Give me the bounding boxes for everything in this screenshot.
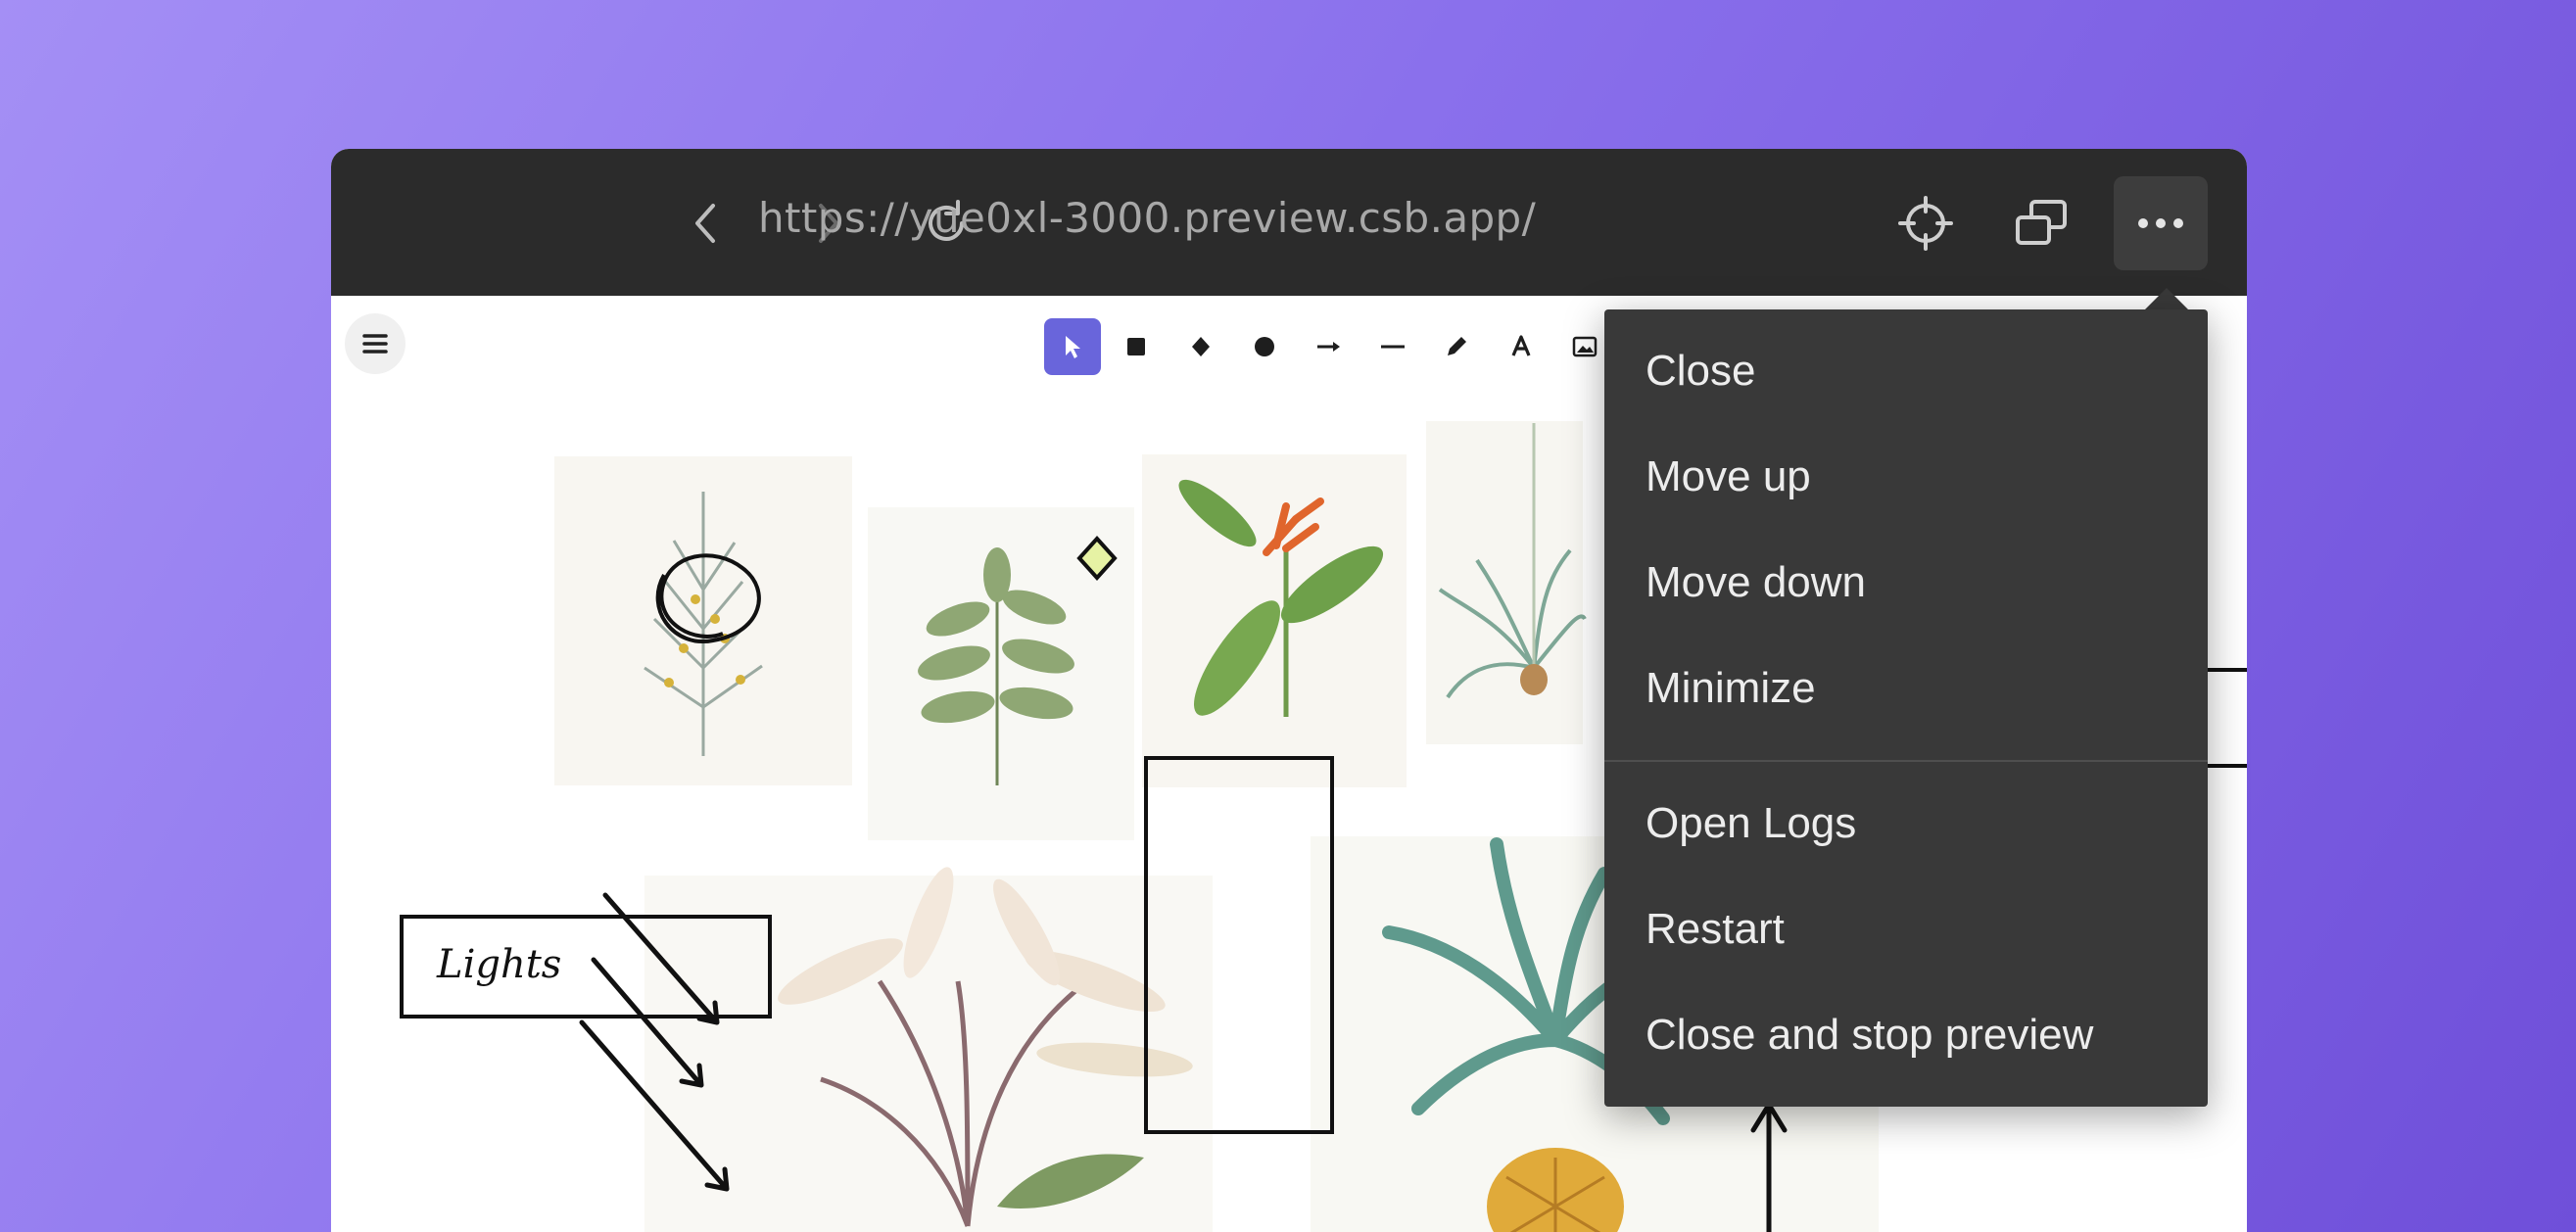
menu-divider [1604, 760, 2208, 762]
more-icon [2138, 218, 2183, 228]
open-window-button[interactable] [1998, 180, 2084, 266]
label-box[interactable]: Lights [400, 915, 772, 1019]
menu-item-move-up[interactable]: Move up [1646, 452, 1811, 501]
label-text: Lights [437, 942, 562, 987]
menu-item-close-and-stop-preview[interactable]: Close and stop preview [1646, 1011, 2093, 1060]
back-icon [695, 204, 715, 243]
more-button[interactable] [2114, 176, 2208, 270]
menu-item-close[interactable]: Close [1646, 347, 1756, 396]
browser-toolbar: https://yue0xl-3000.preview.csb.app/ [331, 149, 2247, 296]
preview-options-menu: Close Move up Move down Minimize Open Lo… [1604, 309, 2208, 1107]
crosshair-icon [1898, 196, 1953, 251]
menu-pointer [2143, 288, 2190, 311]
menu-item-open-logs[interactable]: Open Logs [1646, 799, 1856, 848]
url-field[interactable]: https://yue0xl-3000.preview.csb.app/ [758, 194, 1536, 242]
menu-item-minimize[interactable]: Minimize [1646, 664, 1816, 713]
inspect-button[interactable] [1883, 180, 1969, 266]
menu-item-move-down[interactable]: Move down [1646, 558, 1866, 607]
menu-item-restart[interactable]: Restart [1646, 905, 1785, 954]
windows-icon [2016, 200, 2067, 245]
back-button[interactable] [664, 180, 750, 266]
